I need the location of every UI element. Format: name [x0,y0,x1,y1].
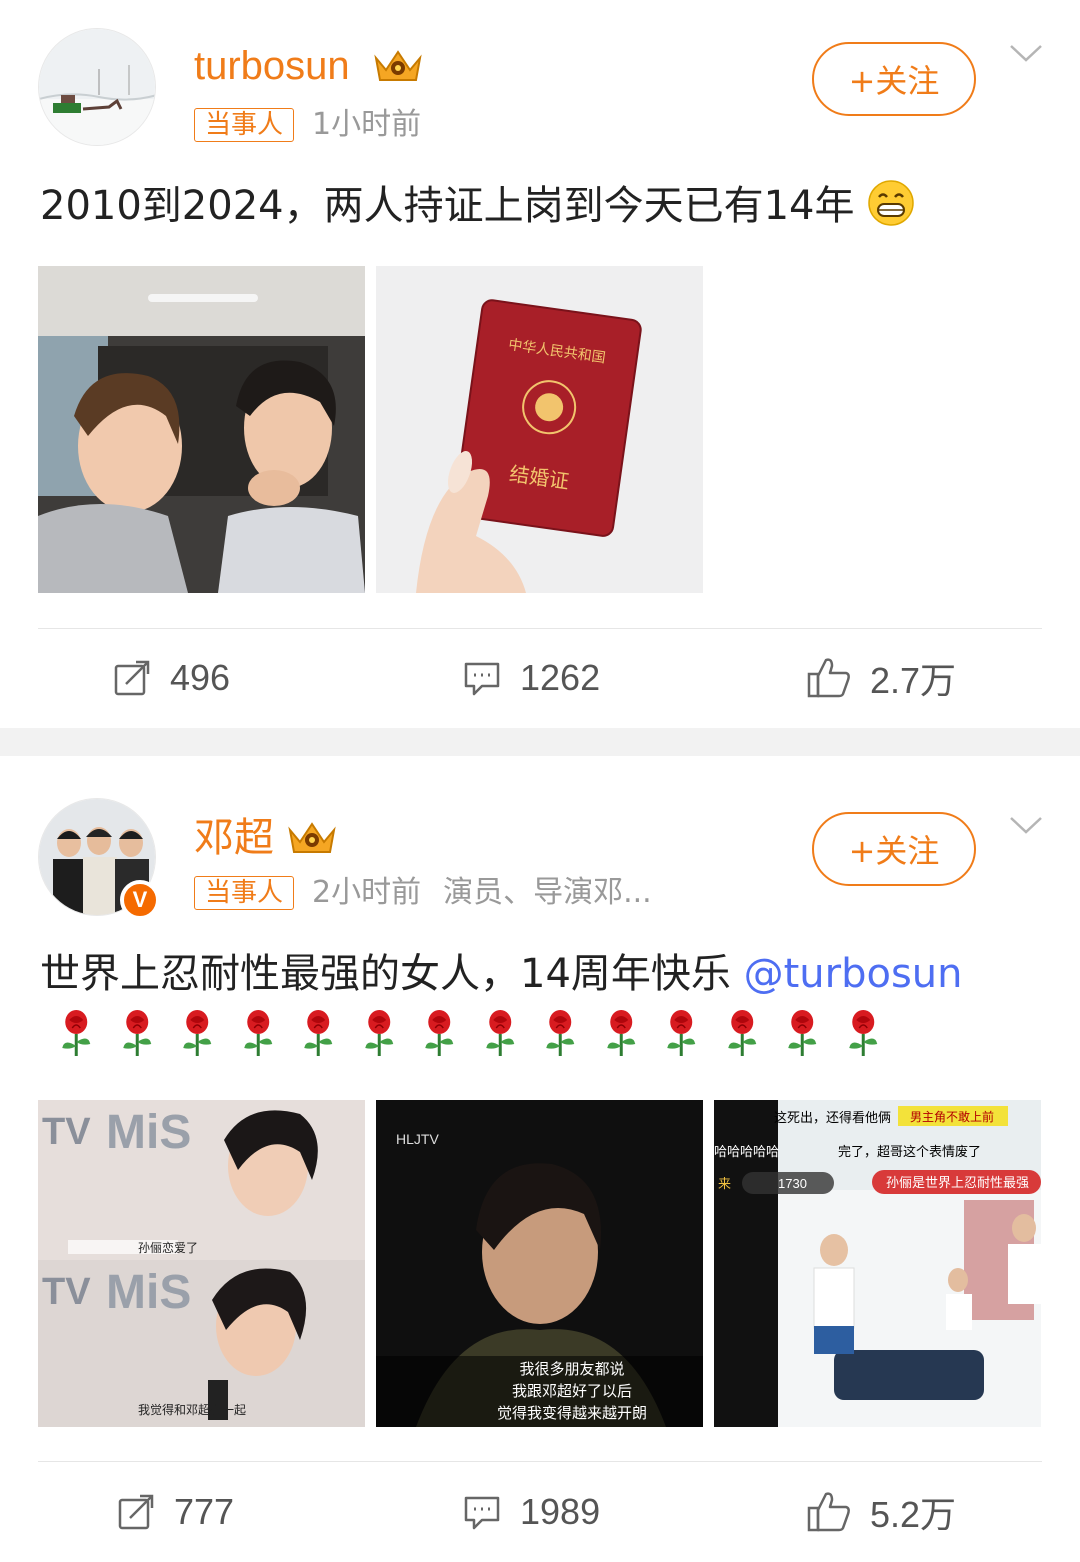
post-meta: 当事人 2小时前 演员、导演邓... [194,876,652,910]
rose-emoji-icon [788,1010,817,1056]
svg-text:TV: TV [42,1271,91,1313]
rose-emoji-icon [183,1010,212,1056]
action-bar: 777 1989 5.2万 [0,1482,1080,1542]
post-image[interactable]: 这死出，还得看他俩 男主角不敢上前 哈哈哈哈哈 完了，超哥这个表情废了 孙俪是世… [714,1100,1041,1427]
role-tag: 当事人 [194,876,295,910]
repost-count: 777 [174,1491,235,1532]
thumbs-up-icon [807,658,850,698]
action-bar: 496 1262 2.7万 [0,648,1080,708]
divider [38,1461,1042,1462]
post-time: 1小时前 [312,107,422,142]
svg-text:TV: TV [42,1111,91,1153]
rose-emoji-icon [425,1010,454,1056]
post-text: 世界上忍耐性最强的女人，14周年快乐 @turbosun [40,946,1050,1002]
mention-link[interactable]: @turbosun [744,951,963,997]
post-image[interactable]: HLJTV 我很多朋友都说 我跟邓超好了以后 觉得我变得越来越开朗 [376,1100,703,1427]
rose-emoji-icon [546,1010,575,1056]
follow-button[interactable]: +关注 [812,812,976,886]
comment-count: 1262 [520,657,601,698]
image-caption: 我很多朋友都说 [519,1360,624,1378]
image-caption: 我觉得和邓超在一起 [138,1402,246,1417]
avatar[interactable] [38,28,156,146]
rose-emoji-icon [243,1010,272,1056]
vip-crown-icon [374,50,422,81]
user-bio: 演员、导演邓... [443,875,652,910]
comment-icon [464,1496,500,1530]
post-meta: 当事人 1小时前 [194,108,443,142]
rose-emoji-row [46,1008,893,1058]
weibo-post: V 邓超 当事人 2小时前 演员、导演邓... +关注 世界上忍耐性最强的女人，… [0,756,1080,1562]
post-image[interactable]: TV MiS TV MiS 孙俪恋爱了 我觉得和邓超在一起 [38,1100,365,1427]
like-button[interactable]: 2.7万 [806,648,956,708]
svg-text:MiS: MiS [106,1266,191,1319]
post-text-body: 世界上忍耐性最强的女人，14周年快乐 [40,951,744,997]
rose-emoji-icon [304,1010,333,1056]
image-caption: 孙俪恋爱了 [138,1240,198,1255]
post-time: 2小时前 [312,875,422,910]
post-image[interactable] [38,266,365,593]
repost-icon [114,660,150,696]
post-image[interactable]: 中华人民共和国 结婚证 [376,266,703,593]
image-caption: 孙俪是世界上忍耐性最强 [886,1176,1029,1191]
divider [38,628,1042,629]
chevron-down-icon[interactable] [1008,814,1044,838]
comment-button[interactable]: 1989 [462,1482,600,1542]
image-caption: 觉得我变得越来越开朗 [497,1404,647,1422]
username[interactable]: 邓超 [194,818,274,858]
like-count: 5.2万 [870,1494,957,1535]
image-caption: 哈哈哈哈哈 [714,1145,779,1160]
verified-badge-icon: V [120,880,160,920]
rose-emoji-icon [606,1010,635,1056]
image-caption: 1730 [778,1176,807,1191]
rose-emoji-icon [848,1010,877,1056]
rose-emoji-icon [122,1010,151,1056]
rose-emoji-icon [727,1010,756,1056]
image-caption: 完了，超哥这个表情废了 [838,1144,981,1160]
rose-emoji-icon [62,1010,91,1056]
comment-button[interactable]: 1262 [462,648,600,708]
weibo-post: turbosun 当事人 1小时前 +关注 2010到2024，两人持证上岗到今… [0,0,1080,728]
follow-button[interactable]: +关注 [812,42,976,116]
image-caption: 这死出，还得看他俩 [774,1110,891,1126]
like-button[interactable]: 5.2万 [806,1482,956,1542]
username[interactable]: turbosun [194,46,350,86]
chevron-down-icon[interactable] [1008,42,1044,66]
rose-emoji-icon [667,1010,696,1056]
image-caption: 我跟邓超好了以后 [512,1382,632,1400]
role-tag: 当事人 [194,108,295,142]
grin-emoji-icon [868,180,914,226]
tv-logo: HLJTV [396,1131,439,1147]
image-caption: 来 [718,1177,731,1192]
svg-text:MiS: MiS [106,1106,191,1159]
thumbs-up-icon [807,1492,850,1532]
repost-icon [118,1494,154,1530]
post-text-body: 2010到2024，两人持证上岗到今天已有14年 [40,183,855,229]
vip-crown-icon [288,822,336,853]
comment-count: 1989 [520,1491,601,1532]
repost-count: 496 [170,657,231,698]
like-count: 2.7万 [870,660,957,701]
comment-icon [464,662,500,696]
post-text: 2010到2024，两人持证上岗到今天已有14年 [40,178,1050,234]
post-separator [0,728,1080,756]
rose-emoji-icon [485,1010,514,1056]
image-caption: 男主角不敢上前 [910,1109,994,1124]
repost-button[interactable]: 777 [116,1482,234,1542]
rose-emoji-icon [364,1010,393,1056]
repost-button[interactable]: 496 [112,648,230,708]
